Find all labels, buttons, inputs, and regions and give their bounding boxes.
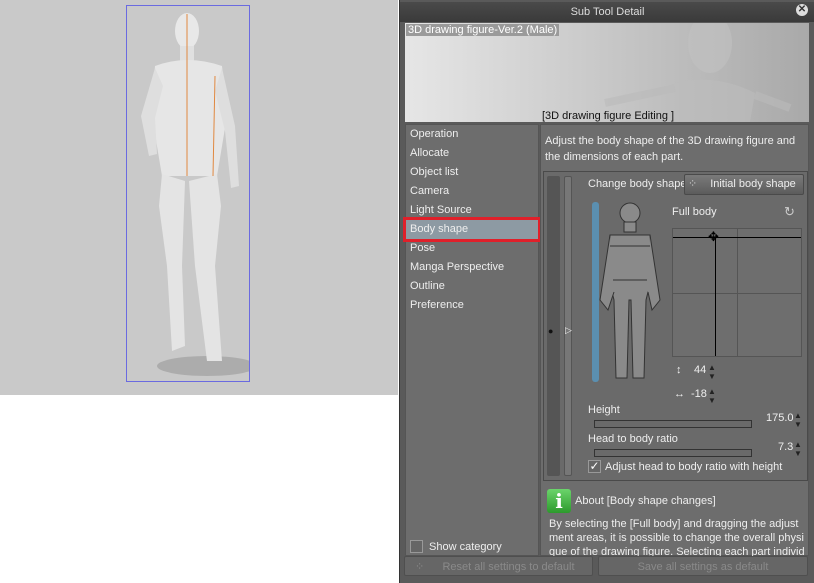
vertical-arrow-icon: ↕	[676, 364, 682, 376]
ratio-label: Head to body ratio	[588, 433, 678, 445]
info-icon: i	[547, 489, 571, 513]
reset-defaults-label: Reset all settings to default	[442, 561, 575, 573]
vertical-spinner-icon[interactable]: ▲ ▼	[708, 363, 716, 381]
settings-content: Adjust the body shape of the 3D drawing …	[540, 124, 809, 557]
height-value[interactable]: 175.0	[766, 412, 794, 424]
save-defaults-button[interactable]: Save all settings as default	[598, 556, 808, 576]
full-body-label: Full body	[672, 206, 717, 218]
reset-defaults-button[interactable]: ⁘ Reset all settings to default	[404, 556, 593, 576]
expand-bar[interactable]: ▷	[564, 176, 572, 476]
category-pose[interactable]: Pose	[406, 239, 538, 258]
horizontal-value[interactable]: -18	[691, 388, 707, 400]
preview-figure-image	[604, 23, 792, 122]
close-icon[interactable]: ✕	[796, 4, 808, 16]
about-title: About [Body shape changes]	[575, 495, 716, 507]
footer: ⁘ Reset all settings to default Save all …	[404, 556, 810, 578]
checkbox-icon[interactable]	[410, 540, 423, 553]
about-text: By selecting the [Full body] and draggin…	[549, 518, 805, 557]
eye-icon[interactable]: ●	[548, 326, 553, 336]
category-description: Adjust the body shape of the 3D drawing …	[545, 135, 796, 163]
reset-rotate-icon[interactable]: ↻	[784, 204, 795, 220]
change-body-shape-label: Change body shape	[588, 178, 687, 190]
preview-area: 3D drawing figure-Ver.2 (Male) [3D drawi…	[405, 23, 809, 122]
preview-caption: [3D drawing figure Editing ]	[542, 110, 675, 122]
height-spinner-icon[interactable]: ▲ ▼	[794, 411, 802, 429]
vertical-value[interactable]: 44	[694, 364, 706, 376]
category-preference[interactable]: Preference	[406, 296, 538, 315]
height-slider[interactable]	[594, 420, 752, 428]
3d-figure[interactable]	[127, 6, 257, 381]
horizontal-arrow-icon: ↔	[674, 388, 685, 400]
adjust-ratio-label: Adjust head to body ratio with height	[605, 460, 783, 473]
body-shape-settings: ● ▷ Change body shape ⁘ Initial body sha…	[543, 171, 808, 481]
figure-bounding-box[interactable]	[126, 5, 257, 382]
category-light-source[interactable]: Light Source	[406, 201, 538, 220]
expand-arrow-icon[interactable]: ▷	[565, 325, 572, 336]
category-body-shape[interactable]: Body shape	[403, 217, 541, 242]
horizontal-spinner-icon[interactable]: ▲ ▼	[708, 387, 716, 405]
body-shape-grid[interactable]: ✥	[672, 228, 802, 357]
category-object-list[interactable]: Object list	[406, 163, 538, 182]
height-label: Height	[588, 404, 620, 416]
ratio-spinner-icon[interactable]: ▲ ▼	[794, 440, 802, 458]
checkmark-icon[interactable]: ✓	[588, 460, 601, 473]
initial-body-shape-label: Initial body shape	[710, 178, 796, 190]
panel-title: Sub Tool Detail	[400, 2, 814, 22]
canvas-area[interactable]	[0, 0, 398, 395]
spinner-icon: ⁘	[415, 561, 425, 573]
category-allocate[interactable]: Allocate	[406, 144, 538, 163]
initial-body-shape-button[interactable]: ⁘ Initial body shape	[684, 174, 804, 195]
ratio-slider[interactable]	[594, 449, 752, 457]
sub-tool-detail-panel: Sub Tool Detail ✕ 3D drawing figure-Ver.…	[399, 0, 814, 583]
category-operation[interactable]: Operation	[406, 125, 538, 144]
ratio-value[interactable]: 7.3	[778, 441, 793, 453]
about-section: i About [Body shape changes] By selectin…	[543, 485, 808, 557]
category-outline[interactable]: Outline	[406, 277, 538, 296]
adjust-ratio-checkbox[interactable]: ✓ Adjust head to body ratio with height	[588, 460, 782, 473]
show-category-label: Show category	[429, 540, 502, 553]
body-part-selector[interactable]	[588, 200, 668, 385]
category-camera[interactable]: Camera	[406, 182, 538, 201]
category-manga-perspective[interactable]: Manga Perspective	[406, 258, 538, 277]
visibility-bar[interactable]: ●	[547, 176, 560, 476]
category-list: Operation Allocate Object list Camera Li…	[403, 124, 541, 556]
spinner-icon: ⁘	[688, 178, 698, 190]
show-category-checkbox[interactable]: Show category	[410, 540, 502, 553]
preview-title: 3D drawing figure-Ver.2 (Male)	[406, 24, 560, 36]
move-cursor-icon: ✥	[708, 229, 719, 244]
